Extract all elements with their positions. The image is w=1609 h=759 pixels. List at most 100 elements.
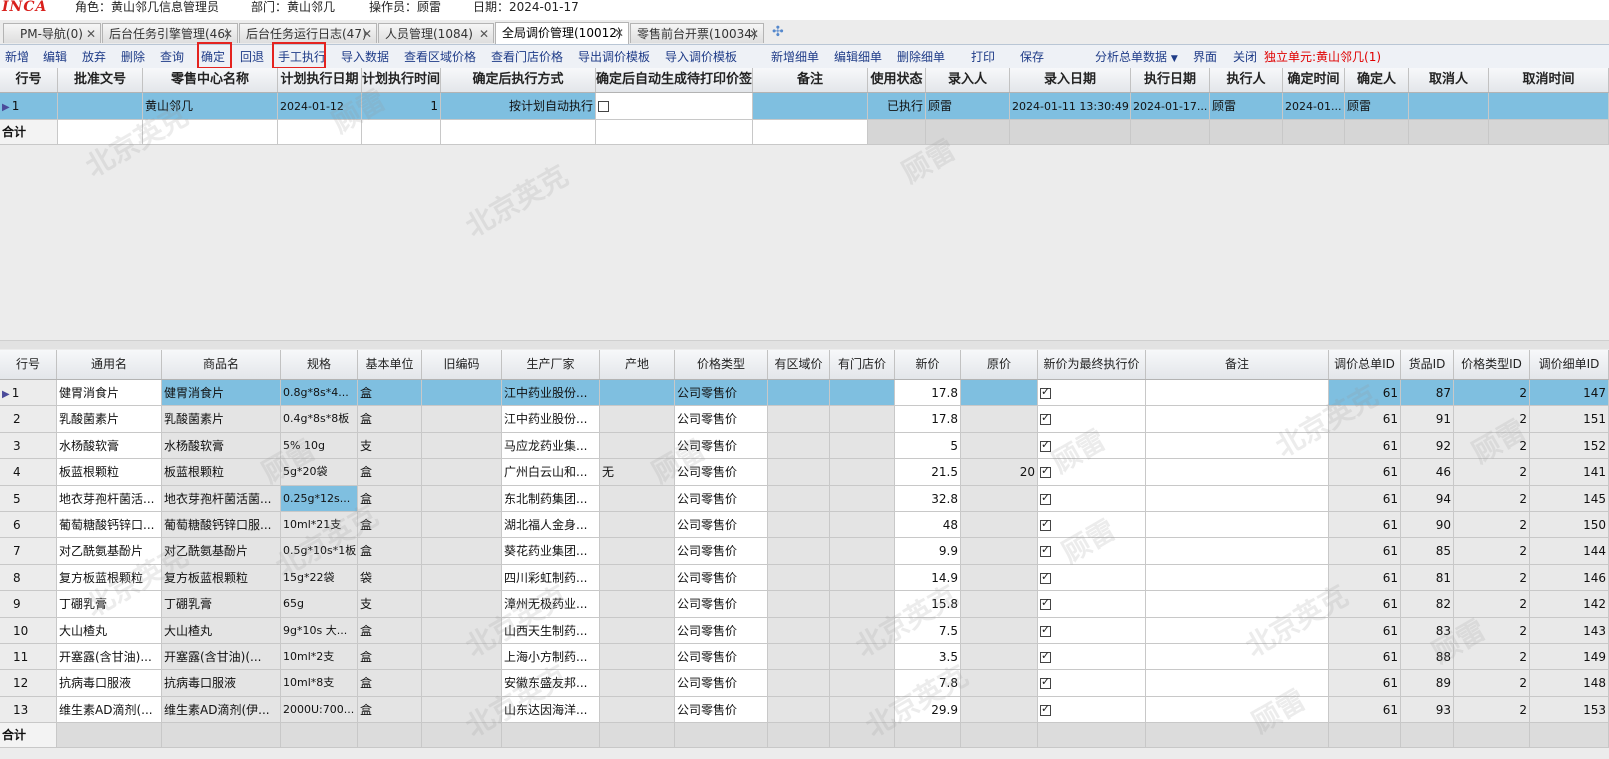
cell-store[interactable] bbox=[830, 485, 895, 512]
cell-name[interactable]: 板蓝根颗粒 bbox=[162, 459, 281, 486]
cell-tid[interactable]: 2 bbox=[1454, 617, 1530, 644]
master-cell-confirm_time[interactable]: 2024-01... bbox=[1283, 93, 1345, 120]
cell-ptype[interactable]: 公司零售价 bbox=[675, 380, 768, 407]
export-template-button[interactable]: 导出调价模板 bbox=[578, 50, 650, 64]
cell-region[interactable] bbox=[768, 617, 830, 644]
cell-no[interactable]: 13 bbox=[0, 696, 57, 724]
cell-ptype[interactable]: 公司零售价 bbox=[675, 485, 768, 512]
cell-new[interactable]: 29.9 bbox=[895, 696, 961, 724]
cell-new[interactable]: 21.5 bbox=[895, 459, 961, 486]
cell-maker[interactable]: 江中药业股份... bbox=[502, 406, 600, 433]
cell-generic[interactable]: 丁硼乳膏 bbox=[57, 591, 162, 618]
cell-remark[interactable] bbox=[1146, 591, 1329, 618]
table-row[interactable]: 3水杨酸软膏水杨酸软膏5% 10g支马应龙药业集...公司零售价56192215… bbox=[0, 432, 1609, 460]
cell-ptype[interactable]: 公司零售价 bbox=[675, 538, 768, 565]
cell-orig[interactable] bbox=[961, 432, 1038, 460]
master-cell-auto_label[interactable] bbox=[596, 93, 753, 120]
master-col-header[interactable]: 取消人 bbox=[1409, 68, 1489, 92]
import-data-button[interactable]: 导入数据 bbox=[341, 50, 389, 64]
cell-name[interactable]: 丁硼乳膏 bbox=[162, 591, 281, 618]
cell-origin[interactable] bbox=[600, 564, 675, 592]
cell-did[interactable]: 152 bbox=[1530, 432, 1609, 460]
cell-unit[interactable]: 支 bbox=[358, 591, 422, 618]
master-cell-cancel_time[interactable] bbox=[1489, 93, 1609, 120]
cell-ptype[interactable]: 公司零售价 bbox=[675, 432, 768, 460]
final-price-checkbox[interactable] bbox=[1040, 465, 1051, 479]
cell-tid[interactable]: 2 bbox=[1454, 459, 1530, 486]
cell-final[interactable] bbox=[1038, 617, 1146, 644]
cell-did[interactable]: 141 bbox=[1530, 459, 1609, 486]
final-price-checkbox[interactable] bbox=[1040, 650, 1051, 663]
cell-orig[interactable] bbox=[961, 512, 1038, 539]
cell-region[interactable] bbox=[768, 644, 830, 671]
cell-name[interactable]: 对乙酰氨基酚片 bbox=[162, 538, 281, 565]
cell-maker[interactable]: 上海小方制药... bbox=[502, 644, 600, 671]
print-button[interactable]: 打印 bbox=[971, 50, 995, 64]
master-cell-center_name[interactable]: 黄山邻几 bbox=[143, 93, 278, 120]
cell-remark[interactable] bbox=[1146, 512, 1329, 539]
cell-unit[interactable]: 盒 bbox=[358, 696, 422, 724]
detail-col-header[interactable]: 基本单位 bbox=[358, 350, 422, 379]
cell-tid[interactable]: 2 bbox=[1454, 432, 1530, 460]
cell-gid[interactable]: 87 bbox=[1401, 380, 1454, 407]
close-icon[interactable]: ✕ bbox=[479, 24, 489, 43]
cell-tid[interactable]: 2 bbox=[1454, 512, 1530, 539]
cell-spec[interactable]: 2000U:700... bbox=[281, 696, 358, 724]
cell-region[interactable] bbox=[768, 459, 830, 486]
cell-region[interactable] bbox=[768, 380, 830, 407]
table-row[interactable]: 2 乳酸菌素片 乳酸菌素片 0.4g*8s*8板盒江中药业股份... 公司零售价 17.8… bbox=[0, 406, 1609, 433]
layout-button[interactable]: 界面 bbox=[1193, 50, 1217, 64]
view-store-price-button[interactable]: 查看门店价格 bbox=[491, 50, 563, 64]
table-row[interactable]: 9丁硼乳膏丁硼乳膏65g支漳州无极药业...公司零售价15.861822142 bbox=[0, 591, 1609, 618]
master-cell-entered_by[interactable]: 顾雷 bbox=[926, 93, 1010, 120]
cell-gid[interactable]: 83 bbox=[1401, 617, 1454, 644]
cell-orig[interactable] bbox=[961, 538, 1038, 565]
master-col-header[interactable]: 确定人 bbox=[1345, 68, 1409, 92]
cell-did[interactable]: 149 bbox=[1530, 644, 1609, 671]
cell-ptype[interactable]: 公司零售价 bbox=[675, 670, 768, 697]
final-price-checkbox[interactable] bbox=[1040, 492, 1051, 505]
cell-origin[interactable] bbox=[600, 512, 675, 539]
cell-did[interactable]: 142 bbox=[1530, 591, 1609, 618]
cell-generic[interactable]: 抗病毒口服液 bbox=[57, 670, 162, 697]
cell-ptype[interactable]: 公司零售价 bbox=[675, 617, 768, 644]
cell-store[interactable] bbox=[830, 564, 895, 592]
cell-oldcode[interactable] bbox=[422, 564, 502, 592]
cell-spec[interactable]: 0.5g*10s*1板 bbox=[281, 538, 358, 565]
cell-unit[interactable]: 盒 bbox=[358, 380, 422, 407]
cell-ptype[interactable]: 公司零售价 bbox=[675, 591, 768, 618]
edit-button[interactable]: 编辑 bbox=[43, 50, 67, 64]
cell-ptype[interactable]: 公司零售价 bbox=[675, 406, 768, 433]
master-col-header[interactable]: 取消时间 bbox=[1489, 68, 1609, 92]
cell-did[interactable]: 146 bbox=[1530, 564, 1609, 592]
cell-final[interactable] bbox=[1038, 644, 1146, 671]
cell-spec[interactable]: 9g*10s 大... bbox=[281, 617, 358, 644]
detail-col-header[interactable]: 商品名 bbox=[162, 350, 281, 379]
master-cell-cancelled_by[interactable] bbox=[1409, 93, 1489, 120]
cell-no[interactable]: 5 bbox=[0, 485, 57, 512]
cell-tid[interactable]: 2 bbox=[1454, 644, 1530, 671]
final-price-checkbox[interactable] bbox=[1040, 597, 1051, 611]
new-button[interactable]: 新增 bbox=[5, 50, 29, 64]
cell-maker[interactable]: 山西天生制药... bbox=[502, 617, 600, 644]
cell-no[interactable]: 10 bbox=[0, 617, 57, 644]
master-col-header[interactable]: 确定时间 bbox=[1283, 68, 1345, 92]
cell-orig[interactable] bbox=[961, 617, 1038, 644]
cell-new[interactable]: 7.8 bbox=[895, 670, 961, 697]
master-col-header[interactable]: 执行日期 bbox=[1131, 68, 1210, 92]
cell-mid[interactable]: 61 bbox=[1329, 591, 1401, 618]
cell-no[interactable]: 8 bbox=[0, 564, 57, 592]
cell-tid[interactable]: 2 bbox=[1454, 591, 1530, 618]
cell-no[interactable]: 6 bbox=[0, 512, 57, 539]
final-price-checkbox[interactable] bbox=[1040, 703, 1051, 716]
cell-tid[interactable]: 2 bbox=[1454, 538, 1530, 565]
cell-gid[interactable]: 94 bbox=[1401, 485, 1454, 512]
detail-col-header[interactable]: 行号 bbox=[0, 350, 57, 379]
cell-oldcode[interactable] bbox=[422, 538, 502, 565]
master-cell-confirmed_by[interactable]: 顾雷 bbox=[1345, 93, 1409, 120]
cell-spec[interactable]: 0.4g*8s*8板 bbox=[281, 406, 358, 433]
cell-new[interactable]: 17.8 bbox=[895, 406, 961, 433]
cell-orig[interactable] bbox=[961, 591, 1038, 618]
cell-spec[interactable]: 10ml*21支 bbox=[281, 512, 358, 539]
cell-store[interactable] bbox=[830, 432, 895, 460]
